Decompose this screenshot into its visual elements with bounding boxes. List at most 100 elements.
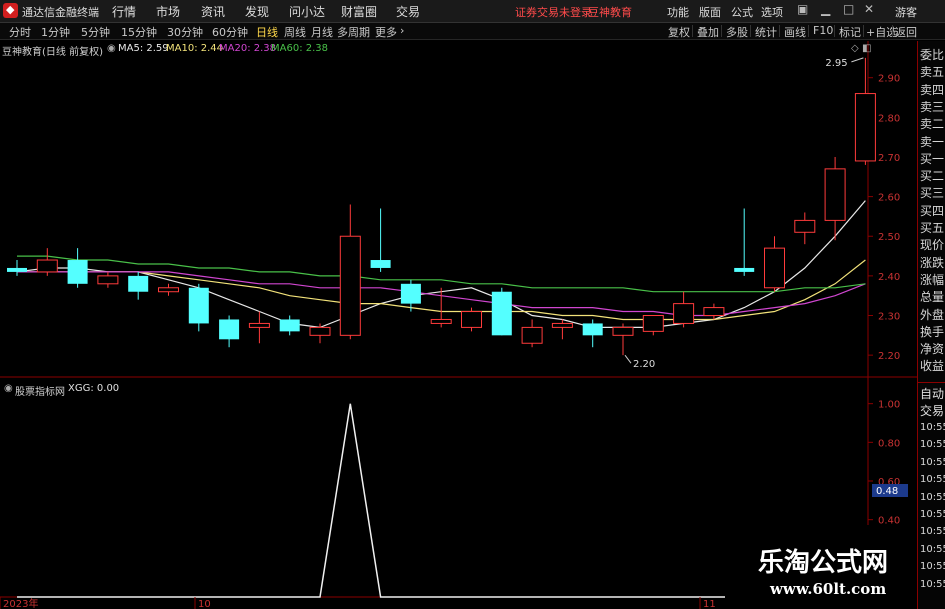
chevron-right-icon[interactable]: › bbox=[400, 24, 404, 37]
draw-line-button[interactable]: 画线 bbox=[784, 24, 806, 40]
period-30min[interactable]: 30分钟 bbox=[167, 24, 203, 40]
quote-field-label: 涨跌 bbox=[920, 255, 945, 270]
multi-stock-button[interactable]: 多股 bbox=[726, 24, 748, 40]
skin-icon[interactable]: ▣ bbox=[797, 2, 808, 16]
candle-body-up bbox=[36, 259, 58, 273]
menu-jiaoyi[interactable]: 交易 bbox=[396, 3, 420, 20]
tick-time: 10:55 bbox=[920, 491, 945, 503]
candle-body-down bbox=[370, 260, 391, 268]
panel-toggle-icon[interactable]: ◧ bbox=[862, 43, 871, 54]
quote-field-label: 卖四 bbox=[920, 82, 945, 97]
login-notice[interactable]: 证券交易未登录 bbox=[515, 4, 592, 20]
quote-field-label: 现价 bbox=[920, 238, 945, 253]
quote-field-label: 总量 bbox=[920, 290, 945, 305]
quote-field-label: 卖二 bbox=[920, 117, 945, 132]
period-toolbar: 分时 1分钟 5分钟 15分钟 30分钟 60分钟 日线 周线 月线 多周期 更… bbox=[0, 23, 945, 40]
auto-toggle[interactable]: 自动 bbox=[920, 385, 944, 402]
candle-body-down bbox=[400, 283, 421, 304]
quote-field-label: 收益 bbox=[920, 359, 945, 374]
price-tick-label: 2.30 bbox=[878, 312, 900, 323]
period-multi[interactable]: 多周期 bbox=[337, 24, 370, 40]
mark-button[interactable]: 标记 bbox=[839, 24, 861, 40]
tick-time: 10:55 bbox=[920, 509, 945, 520]
menu-shichang[interactable]: 市场 bbox=[156, 3, 180, 20]
tick-time: 10:55 bbox=[920, 456, 945, 468]
price-tick-label: 2.40 bbox=[878, 272, 900, 283]
price-tick-label: 2.50 bbox=[878, 232, 900, 243]
price-tick-label: 2.20 bbox=[878, 351, 900, 362]
period-5min[interactable]: 5分钟 bbox=[81, 24, 110, 40]
statistics-button[interactable]: 统计 bbox=[755, 24, 777, 40]
close-icon[interactable]: ✕ bbox=[864, 2, 874, 16]
candle-body-up bbox=[248, 322, 270, 328]
trade-button[interactable]: 交易 bbox=[920, 402, 944, 419]
candle-body-up bbox=[703, 307, 725, 317]
candle-body-up bbox=[339, 235, 361, 336]
price-tick-label: 2.80 bbox=[878, 113, 900, 124]
period-more[interactable]: 更多 bbox=[375, 24, 397, 40]
back-button[interactable]: 返回 bbox=[895, 24, 917, 40]
high-annotation-label: 2.95 bbox=[825, 58, 847, 69]
toolbar-divider bbox=[779, 25, 780, 37]
f10-button[interactable]: F10 bbox=[813, 24, 833, 37]
menu-hangqing[interactable]: 行情 bbox=[112, 3, 136, 20]
tick-time: 10:55 bbox=[920, 561, 945, 573]
sidebar-divider bbox=[918, 382, 945, 383]
date-axis-labels: 2023年 10 11 bbox=[0, 597, 716, 609]
app-logo: ◆ bbox=[3, 3, 18, 18]
quote-sidebar: 委比 卖五 卖四 卖三 卖二 卖一 买一 买二 买三 买四 买五 现价 涨跌 涨幅 总量 外盘 换手 净资 收益 自… bbox=[917, 41, 945, 609]
period-week[interactable]: 周线 bbox=[284, 24, 306, 40]
candle-body-down bbox=[67, 260, 88, 284]
period-month[interactable]: 月线 bbox=[311, 24, 333, 40]
quote-field-label: 换手 bbox=[920, 324, 945, 339]
app-title: 通达信金融终端 bbox=[22, 6, 99, 19]
minimize-icon[interactable]: ▁ bbox=[821, 2, 830, 16]
period-1min[interactable]: 1分钟 bbox=[41, 24, 70, 40]
indicator-axis: 1.000.800.600.400.48 bbox=[868, 400, 908, 527]
quote-field-label: 买三 bbox=[920, 186, 945, 201]
candle-body-up bbox=[430, 318, 452, 324]
candle-body-down bbox=[128, 275, 149, 292]
period-day[interactable]: 日线 bbox=[256, 24, 278, 40]
tick-time: 10:55 bbox=[920, 474, 945, 486]
tick-time: 10:55 bbox=[920, 439, 945, 451]
period-fenshi[interactable]: 分时 bbox=[9, 24, 31, 40]
quote-field-label: 买五 bbox=[920, 221, 945, 235]
guest-label[interactable]: 游客 bbox=[895, 4, 917, 20]
toolbar-divider bbox=[721, 25, 722, 37]
indicator-tick-label: 1.00 bbox=[878, 400, 900, 411]
menu-faxian[interactable]: 发现 bbox=[245, 3, 269, 20]
menu-zixun[interactable]: 资讯 bbox=[201, 3, 225, 20]
options-button[interactable]: 选项 bbox=[761, 4, 783, 20]
diamond-icon[interactable]: ◇ bbox=[851, 43, 859, 54]
quote-field-label: 外盘 bbox=[920, 307, 945, 322]
toolbar-divider bbox=[808, 25, 809, 37]
overlay-button[interactable]: 叠加 bbox=[697, 24, 719, 40]
candle-body-up bbox=[673, 303, 695, 324]
menu-wenxiaoda[interactable]: 问小达 bbox=[289, 3, 325, 20]
tick-time: 10:55 bbox=[920, 526, 945, 538]
indicator-tick-label: 0.80 bbox=[878, 438, 900, 449]
quote-field-label: 买二 bbox=[920, 169, 945, 184]
period-15min[interactable]: 15分钟 bbox=[121, 24, 157, 40]
formula-button[interactable]: 公式 bbox=[731, 4, 753, 20]
quote-field-label: 委比 bbox=[920, 48, 945, 62]
price-tick-label: 2.70 bbox=[878, 153, 900, 164]
title-bar: ◆ 通达信金融终端 行情 市场 资讯 发现 问小达 财富圈 交易 证券交易未登录… bbox=[0, 0, 945, 23]
date-tick-label: 11 bbox=[703, 599, 716, 609]
layout-button[interactable]: 版面 bbox=[699, 4, 721, 20]
maximize-icon[interactable]: □ bbox=[843, 2, 854, 16]
chart-canvas[interactable]: 2.20 2.30 2.40 2.50 2.60 2.70 2.80 2.90 2.95 2.2… bbox=[0, 41, 917, 609]
function-button[interactable]: 功能 bbox=[667, 4, 689, 20]
watermark-name: 乐淘公式网 bbox=[758, 548, 889, 578]
quote-field-label: 净资 bbox=[920, 342, 945, 357]
candle-body-up bbox=[794, 219, 816, 233]
candle-body-up bbox=[854, 93, 876, 162]
toolbar-divider bbox=[863, 25, 864, 37]
menu-caifuquan[interactable]: 财富圈 bbox=[341, 3, 377, 20]
candle-body-up bbox=[551, 322, 573, 328]
period-60min[interactable]: 60分钟 bbox=[212, 24, 248, 40]
quote-field-label: 买一 bbox=[920, 151, 945, 166]
adjust-button[interactable]: 复权 bbox=[668, 24, 690, 40]
candle-body-down bbox=[491, 291, 512, 336]
